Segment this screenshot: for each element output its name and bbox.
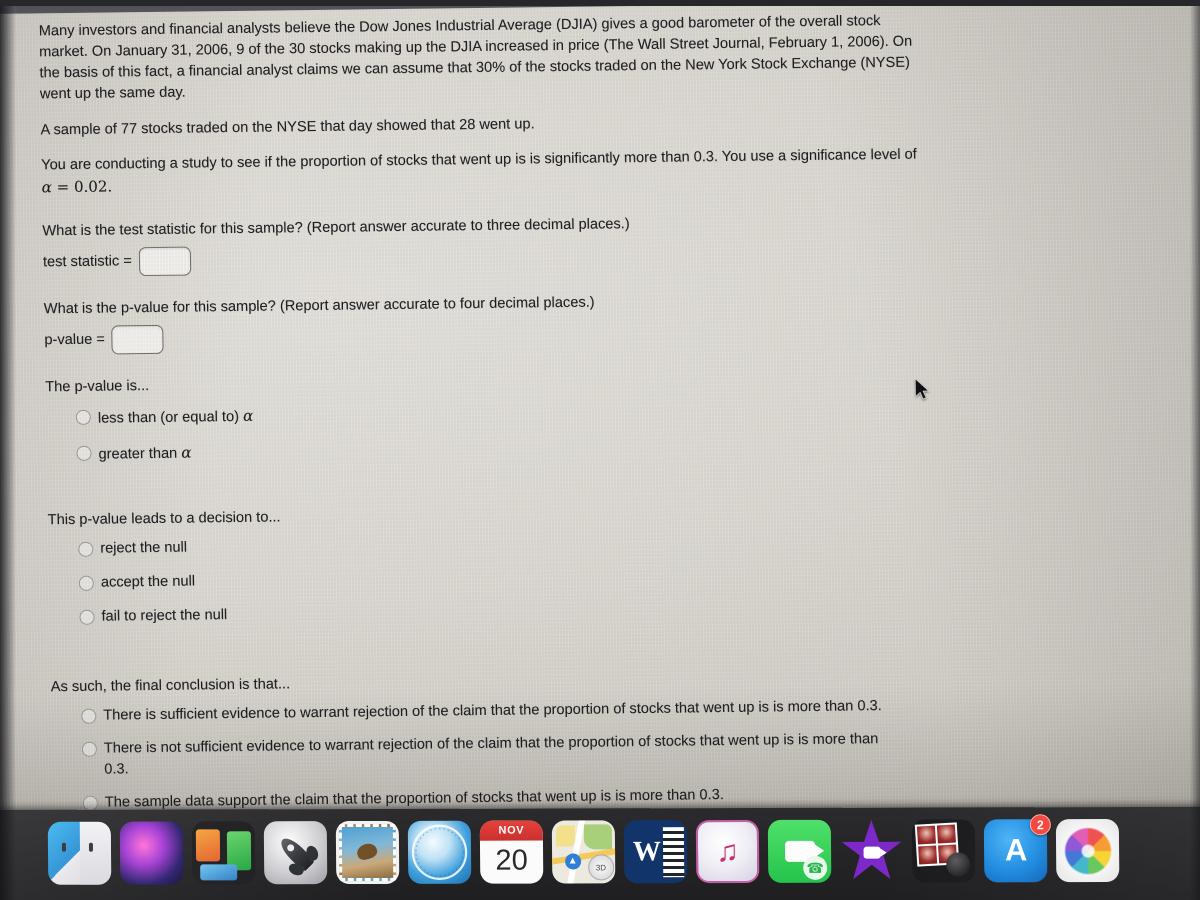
radio-option-reject-null[interactable]: reject the null bbox=[78, 529, 928, 561]
mission-control-icon bbox=[191, 821, 256, 885]
p-value-question: What is the p-value for this sample? (Re… bbox=[43, 294, 595, 318]
radio-option-label: reject the null bbox=[100, 539, 188, 557]
radio-button-icon[interactable] bbox=[79, 610, 95, 626]
radio-button-icon[interactable] bbox=[76, 445, 92, 461]
radio-option-label: greater than α bbox=[98, 432, 926, 465]
app-store-notification-badge: 2 bbox=[1029, 814, 1051, 836]
dock-item-launchpad[interactable] bbox=[263, 821, 328, 885]
radio-button-icon[interactable] bbox=[78, 541, 94, 557]
microsoft-word-icon: W bbox=[623, 820, 688, 884]
p-value-comparison-options: less than (or equal to) α greater than α bbox=[75, 396, 927, 466]
test-statistic-question: What is the test statistic for this samp… bbox=[42, 216, 630, 240]
problem-sample-paragraph: A sample of 77 stocks traded on the NYSE… bbox=[40, 115, 535, 138]
p-value-block: What is the p-value for this sample? (Re… bbox=[44, 289, 925, 356]
radio-option-accept-null[interactable]: accept the null bbox=[78, 563, 929, 595]
decision-options: reject the null accept the null fail to … bbox=[78, 529, 930, 629]
calendar-icon: NOV 20 bbox=[479, 820, 544, 884]
problem-intro-paragraph: Many investors and financial analysts be… bbox=[38, 13, 913, 103]
p-value-answer-row: p-value = bbox=[44, 316, 924, 356]
p-value-label: p-value = bbox=[44, 331, 106, 349]
p-value-comparison-prompt: The p-value is... bbox=[45, 378, 150, 396]
alpha-symbol: α bbox=[242, 406, 254, 425]
safari-compass-icon bbox=[407, 820, 472, 884]
alpha-value: 0.02. bbox=[73, 177, 113, 196]
finder-icon bbox=[47, 821, 112, 885]
music-note-glyph: ♫ bbox=[716, 834, 739, 868]
macos-dock: NOV 20 ▲ 3D W ♫ ☎ A 2 bbox=[0, 806, 1200, 900]
web-page-body: Many investors and financial analysts be… bbox=[0, 0, 1200, 845]
alpha-symbol: α bbox=[41, 178, 53, 197]
test-statistic-answer-row: test statistic = bbox=[43, 238, 923, 278]
photo-booth-icon bbox=[911, 819, 976, 883]
radio-button-icon[interactable] bbox=[81, 708, 97, 724]
radio-option-fail-to-reject-null[interactable]: fail to reject the null bbox=[79, 597, 929, 629]
mail-stamp-icon bbox=[335, 820, 400, 885]
siri-icon bbox=[119, 821, 184, 885]
decision-prompt: This p-value leads to a decision to... bbox=[47, 509, 281, 529]
test-statistic-block: What is the test statistic for this samp… bbox=[42, 211, 923, 278]
dock-item-microsoft-word[interactable]: W bbox=[623, 820, 688, 884]
radio-button-icon[interactable] bbox=[78, 575, 95, 592]
dock-item-app-store[interactable]: A 2 bbox=[983, 814, 1051, 883]
study-text: You are conducting a study to see if the… bbox=[41, 146, 917, 174]
radio-option-label: less than (or equal to) α bbox=[98, 396, 926, 429]
dock-item-mail[interactable] bbox=[335, 820, 400, 885]
maps-location-pin-icon: ▲ bbox=[564, 853, 581, 870]
conclusion-prompt: As such, the final conclusion is that... bbox=[50, 675, 291, 695]
maps-icon: ▲ 3D bbox=[551, 820, 616, 884]
dock-item-safari[interactable] bbox=[407, 820, 472, 884]
dock-item-photos[interactable] bbox=[1055, 819, 1120, 883]
radio-option-sufficient-evidence-reject[interactable]: There is sufficient evidence to warrant … bbox=[81, 695, 931, 727]
radio-option-label: There is not sufficient evidence to warr… bbox=[103, 730, 879, 778]
radio-button-icon[interactable] bbox=[81, 741, 98, 757]
browser-tab-title: Home | MyPCC bbox=[301, 0, 382, 4]
test-statistic-label: test statistic = bbox=[42, 253, 132, 271]
decision-block: This p-value leads to a decision to... r… bbox=[48, 499, 930, 628]
p-value-comparison-block: The p-value is... less than (or equal to… bbox=[45, 367, 927, 466]
radio-option-label: fail to reject the null bbox=[101, 607, 228, 625]
homework-question-content: Many investors and financial analysts be… bbox=[39, 11, 934, 860]
photo-of-laptop-screen: Home | MyPCC Homework 5.3, 5.4, 6.1 - MT… bbox=[0, 0, 1200, 900]
radio-button-icon[interactable] bbox=[82, 795, 99, 811]
dock-item-calendar[interactable]: NOV 20 bbox=[479, 820, 544, 884]
facetime-icon: ☎ bbox=[767, 819, 832, 883]
maps-3d-badge: 3D bbox=[587, 854, 615, 881]
app-store-glyph: A bbox=[1004, 831, 1027, 867]
radio-option-less-than-alpha[interactable]: less than (or equal to) α bbox=[75, 396, 926, 430]
p-value-input[interactable] bbox=[111, 325, 165, 355]
dock-item-facetime[interactable]: ☎ bbox=[767, 819, 832, 883]
calendar-month-label: NOV bbox=[479, 820, 543, 841]
test-statistic-input[interactable] bbox=[138, 246, 192, 277]
radio-button-icon[interactable] bbox=[75, 409, 91, 425]
dock-item-maps[interactable]: ▲ 3D bbox=[551, 820, 616, 884]
radio-option-greater-than-alpha[interactable]: greater than α bbox=[76, 432, 926, 466]
imovie-star-icon bbox=[840, 820, 904, 883]
radio-option-text: less than (or equal to) bbox=[97, 408, 244, 427]
radio-option-label: accept the null bbox=[100, 573, 196, 591]
launchpad-rocket-icon bbox=[263, 821, 328, 885]
alpha-symbol: α bbox=[181, 443, 192, 462]
radio-option-label: There is sufficient evidence to warrant … bbox=[103, 697, 882, 724]
mouse-cursor-icon bbox=[915, 378, 930, 400]
word-glyph: W bbox=[632, 835, 662, 867]
dock-item-mission-control[interactable] bbox=[191, 821, 256, 885]
problem-study-paragraph: You are conducting a study to see if the… bbox=[41, 144, 922, 199]
dock-item-photo-booth[interactable] bbox=[911, 819, 976, 883]
itunes-icon: ♫ bbox=[695, 819, 760, 884]
equals-sign: = bbox=[51, 177, 75, 197]
dock-item-siri[interactable] bbox=[119, 821, 184, 885]
dock-item-imovie[interactable] bbox=[840, 820, 904, 883]
phone-glyph: ☎ bbox=[803, 855, 828, 880]
photos-pinwheel-icon bbox=[1055, 819, 1120, 883]
radio-option-not-sufficient-evidence-reject[interactable]: There is not sufficient evidence to warr… bbox=[81, 728, 933, 781]
dock-item-itunes[interactable]: ♫ bbox=[695, 819, 760, 884]
dock-item-finder[interactable] bbox=[47, 821, 112, 885]
calendar-day-number: 20 bbox=[495, 845, 528, 878]
radio-option-text: greater than bbox=[98, 445, 182, 463]
